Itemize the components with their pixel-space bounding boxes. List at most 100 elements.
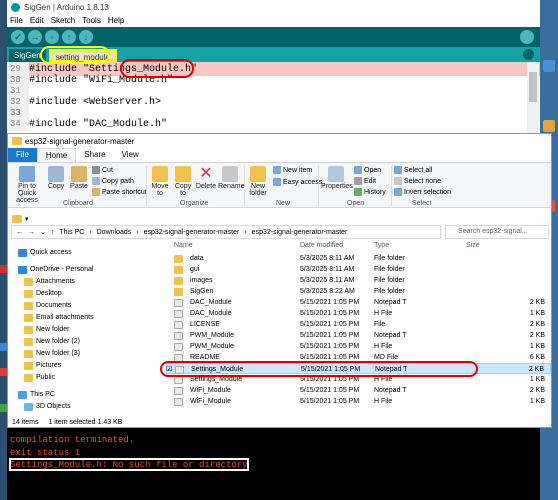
group-label-new: New xyxy=(276,200,291,207)
upload-button[interactable]: → xyxy=(28,30,42,44)
ribbon-tab-share[interactable]: Share xyxy=(76,148,113,162)
open-button[interactable]: Open xyxy=(354,166,381,174)
explorer-window-title: esp32-signal-generator-master xyxy=(25,136,135,146)
nav-item[interactable]: Pictures xyxy=(24,360,61,372)
file-type: Notepad T xyxy=(374,299,407,306)
delete-x-icon: ✕ xyxy=(199,165,213,182)
nav-item[interactable]: New folder (3) xyxy=(24,348,80,360)
rename-button[interactable]: Rename xyxy=(218,166,244,190)
taskbar-app-icon[interactable] xyxy=(0,265,7,273)
nav-quick-access[interactable]: Quick access xyxy=(18,247,72,259)
recent-dropdown-icon[interactable]: ⌄ xyxy=(40,228,46,236)
new-folder-button[interactable]: New folder xyxy=(247,166,269,197)
back-arrow-icon[interactable]: ← xyxy=(16,229,23,236)
file-size: 2 KB xyxy=(529,332,545,339)
verify-button[interactable]: ✓ xyxy=(11,30,25,44)
serial-monitor-icon[interactable] xyxy=(520,30,534,44)
new-item-button[interactable]: New item xyxy=(273,166,312,174)
column-header-name[interactable]: Name xyxy=(174,240,193,252)
nav-item[interactable]: Desktop xyxy=(24,288,62,300)
taskbar-app-icon[interactable] xyxy=(0,343,7,351)
column-header-type[interactable]: Type xyxy=(374,240,389,252)
file-row[interactable]: PWM_Module 5/15/2021 1:05 PM H File 1 KB xyxy=(166,341,551,352)
nav-item[interactable]: Email attachments xyxy=(24,312,94,324)
cut-button[interactable]: Cut xyxy=(92,166,113,174)
save-sketch-button[interactable]: ↓ xyxy=(79,30,93,44)
menu-file[interactable]: File xyxy=(10,16,23,25)
file-name: images xyxy=(190,277,213,284)
file-size: 1 KB xyxy=(529,343,545,350)
file-type: Notepad T xyxy=(374,332,407,339)
column-header-date[interactable]: Date modified xyxy=(300,240,343,252)
easy-access-button[interactable]: Easy access xyxy=(273,178,322,186)
file-row[interactable]: gui 5/3/2025 8:11 AM File folder xyxy=(166,264,551,275)
search-input[interactable]: Search esp32-signal... xyxy=(445,225,549,239)
file-row[interactable]: WiFi_Module 5/15/2021 1:05 PM Notepad T 2 K… xyxy=(166,385,551,396)
nav-item[interactable]: 3D Objects xyxy=(24,401,71,413)
nav-onedrive[interactable]: OneDrive - Personal xyxy=(18,264,93,276)
folder-icon xyxy=(12,137,22,145)
desktop-app-icon[interactable] xyxy=(543,120,555,132)
properties-icon xyxy=(328,166,344,182)
invert-selection-button[interactable]: Invert selection xyxy=(394,188,451,196)
dropdown-icon[interactable]: ▾ xyxy=(25,215,29,223)
taskbar-app-icon[interactable] xyxy=(0,404,7,412)
file-row[interactable]: PWM_Module 5/15/2021 1:05 PM Notepad T 2 KB xyxy=(166,330,551,341)
select-none-button[interactable]: Select none xyxy=(394,177,441,185)
pin-quick-access-button[interactable]: Pin to Quick access xyxy=(10,166,44,204)
new-sketch-button[interactable]: ▫ xyxy=(45,30,59,44)
folder-icon xyxy=(12,215,22,223)
column-header-size[interactable]: Size xyxy=(466,240,480,252)
error-annotation xyxy=(9,458,249,471)
properties-button[interactable]: Properties xyxy=(321,166,353,190)
address-bar[interactable]: ← → ⌄ ↑ This PC › Downloads › esp32-signal… xyxy=(11,225,441,239)
desktop-app-icon[interactable] xyxy=(543,60,555,72)
explorer-window: esp32-signal-generator-master File Home … xyxy=(7,133,552,428)
nav-item[interactable]: Public xyxy=(24,372,55,384)
menu-sketch[interactable]: Sketch xyxy=(51,16,75,25)
paste-shortcut-button[interactable]: Paste shortcut xyxy=(92,188,147,196)
ribbon-tab-home[interactable]: Home xyxy=(36,148,77,162)
nav-item[interactable]: Attachments xyxy=(24,276,75,288)
nav-this-pc[interactable]: This PC xyxy=(18,389,55,401)
select-all-button[interactable]: Select all xyxy=(394,166,432,174)
file-row[interactable]: WiFi_Module 5/15/2021 1:05 PM H File 1 KB xyxy=(166,396,551,407)
scrollbar-thumb[interactable] xyxy=(529,72,537,102)
copy-to-button[interactable]: Copy to xyxy=(172,166,194,197)
menu-edit[interactable]: Edit xyxy=(30,16,44,25)
copy-button[interactable]: Copy xyxy=(46,166,66,190)
code-editor[interactable]: 29 #include "Settings_Module.h" 30 #includ… xyxy=(7,62,540,140)
copy-path-button[interactable]: Copy path xyxy=(92,177,134,185)
editor-scrollbar[interactable] xyxy=(527,62,539,140)
edit-icon xyxy=(354,177,362,185)
nav-item[interactable]: Documents xyxy=(24,300,71,312)
taskbar-app-icon[interactable] xyxy=(0,368,7,376)
delete-button[interactable]: ✕ Delete xyxy=(195,165,217,191)
ribbon-tab-file[interactable]: File xyxy=(8,148,37,162)
file-row[interactable]: images 5/3/2025 8:11 AM File folder xyxy=(166,275,551,286)
history-button[interactable]: History xyxy=(354,188,386,196)
breadcrumb-current[interactable]: esp32-signal-generator-master xyxy=(252,229,348,236)
file-row[interactable]: LICENSE 5/15/2021 1:05 PM File 2 KB xyxy=(166,319,551,330)
file-row[interactable]: data 5/3/2025 8:11 AM File folder xyxy=(166,253,551,264)
menu-tools[interactable]: Tools xyxy=(82,16,101,25)
edit-button[interactable]: Edit xyxy=(354,177,376,185)
menu-help[interactable]: Help xyxy=(108,16,124,25)
breadcrumb-downloads[interactable]: Downloads xyxy=(97,229,132,236)
breadcrumb-this-pc[interactable]: This PC xyxy=(59,229,84,236)
file-row[interactable]: DAC_Module 5/15/2021 1:05 PM H File 1 KB xyxy=(166,308,551,319)
nav-item[interactable]: New folder (2) xyxy=(24,336,80,348)
ribbon-tab-view[interactable]: View xyxy=(114,148,147,162)
file-row[interactable]: DAC_Module 5/15/2021 1:05 PM Notepad T 2 KB xyxy=(166,297,551,308)
select-none-icon xyxy=(394,177,402,185)
tab-menu-icon[interactable] xyxy=(523,49,534,60)
nav-item[interactable]: New folder xyxy=(24,324,69,336)
file-row[interactable]: SigGen 5/3/2025 8:22 AM File folder xyxy=(166,286,551,297)
paste-button[interactable]: Paste xyxy=(68,166,90,190)
status-bar: 14 items 1 item selected 1.43 KB xyxy=(8,416,551,428)
open-sketch-button[interactable]: ↑ xyxy=(62,30,76,44)
move-to-button[interactable]: Move to xyxy=(149,166,171,197)
breadcrumb-folder[interactable]: esp32-signal-generator-master xyxy=(144,229,240,236)
up-arrow-icon[interactable]: ↑ xyxy=(51,229,55,236)
forward-arrow-icon[interactable]: → xyxy=(28,229,35,236)
